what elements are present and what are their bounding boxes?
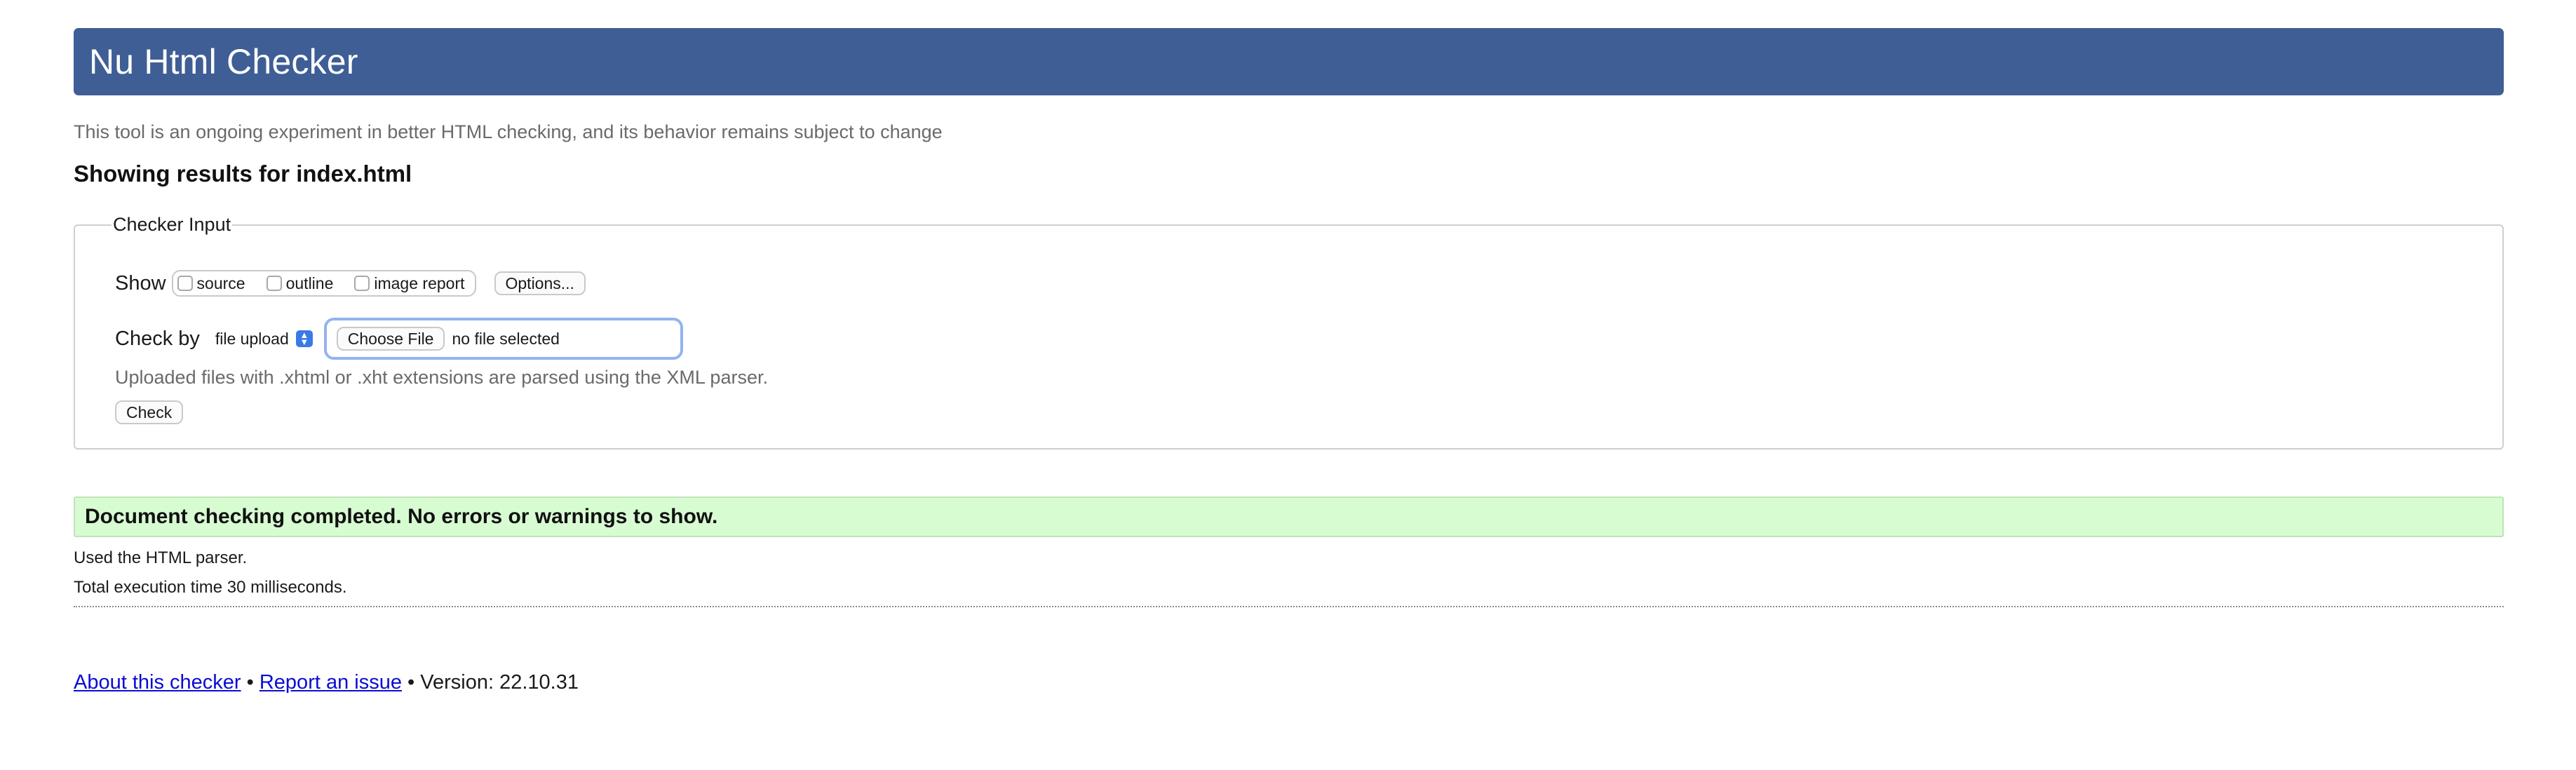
select-arrows-icon[interactable]: ▲ ▼ xyxy=(295,330,313,347)
dotted-divider xyxy=(74,606,2504,607)
check-by-select[interactable]: file upload ▲ ▼ xyxy=(208,327,317,350)
source-checkbox-label[interactable]: source xyxy=(197,274,245,293)
parser-info: Used the HTML parser. xyxy=(74,548,248,567)
outline-checkbox[interactable] xyxy=(266,276,282,291)
source-checkbox[interactable] xyxy=(177,276,193,291)
show-image-report-option[interactable]: image report xyxy=(354,274,465,293)
about-checker-link[interactable]: About this checker xyxy=(74,671,241,694)
outline-checkbox-label[interactable]: outline xyxy=(286,274,334,293)
file-upload-input[interactable]: Choose File no file selected xyxy=(323,318,683,360)
execution-time: Total execution time 30 milliseconds. xyxy=(74,578,347,597)
choose-file-button[interactable]: Choose File xyxy=(336,327,445,351)
image-report-checkbox[interactable] xyxy=(354,276,370,291)
page: Nu Html Checker This tool is an ongoing … xyxy=(74,28,2504,694)
footer-separator-1: • xyxy=(246,671,254,694)
checker-input-fieldset: Checker Input Show source outline image … xyxy=(74,214,2504,450)
results-heading: Showing results for index.html xyxy=(74,161,412,187)
footer: About this checker • Report an issue • V… xyxy=(74,671,579,694)
image-report-checkbox-label[interactable]: image report xyxy=(374,274,464,293)
file-status-text: no file selected xyxy=(452,329,560,348)
show-options-group: source outline image report xyxy=(171,270,476,297)
experiment-notice: This tool is an ongoing experiment in be… xyxy=(74,121,943,142)
success-message: Document checking completed. No errors o… xyxy=(74,497,2504,537)
options-button[interactable]: Options... xyxy=(494,271,586,295)
show-source-option[interactable]: source xyxy=(177,274,245,293)
check-by-label: Check by xyxy=(115,327,200,350)
page-title: Nu Html Checker xyxy=(89,42,358,81)
checker-input-legend: Checker Input xyxy=(113,214,231,235)
xml-parser-hint: Uploaded files with .xhtml or .xht exten… xyxy=(115,367,768,388)
footer-separator-2: • xyxy=(407,671,415,694)
version-text: Version: 22.10.31 xyxy=(420,671,579,694)
header-bar: Nu Html Checker xyxy=(74,28,2504,95)
show-row: Show source outline image report Options… xyxy=(115,270,586,297)
report-issue-link[interactable]: Report an issue xyxy=(259,671,402,694)
check-button[interactable]: Check xyxy=(115,400,184,424)
check-by-row: Check by file upload ▲ ▼ Choose File no f… xyxy=(115,318,683,360)
show-outline-option[interactable]: outline xyxy=(266,274,334,293)
show-label: Show xyxy=(115,271,166,295)
check-by-select-value[interactable]: file upload xyxy=(215,330,289,349)
